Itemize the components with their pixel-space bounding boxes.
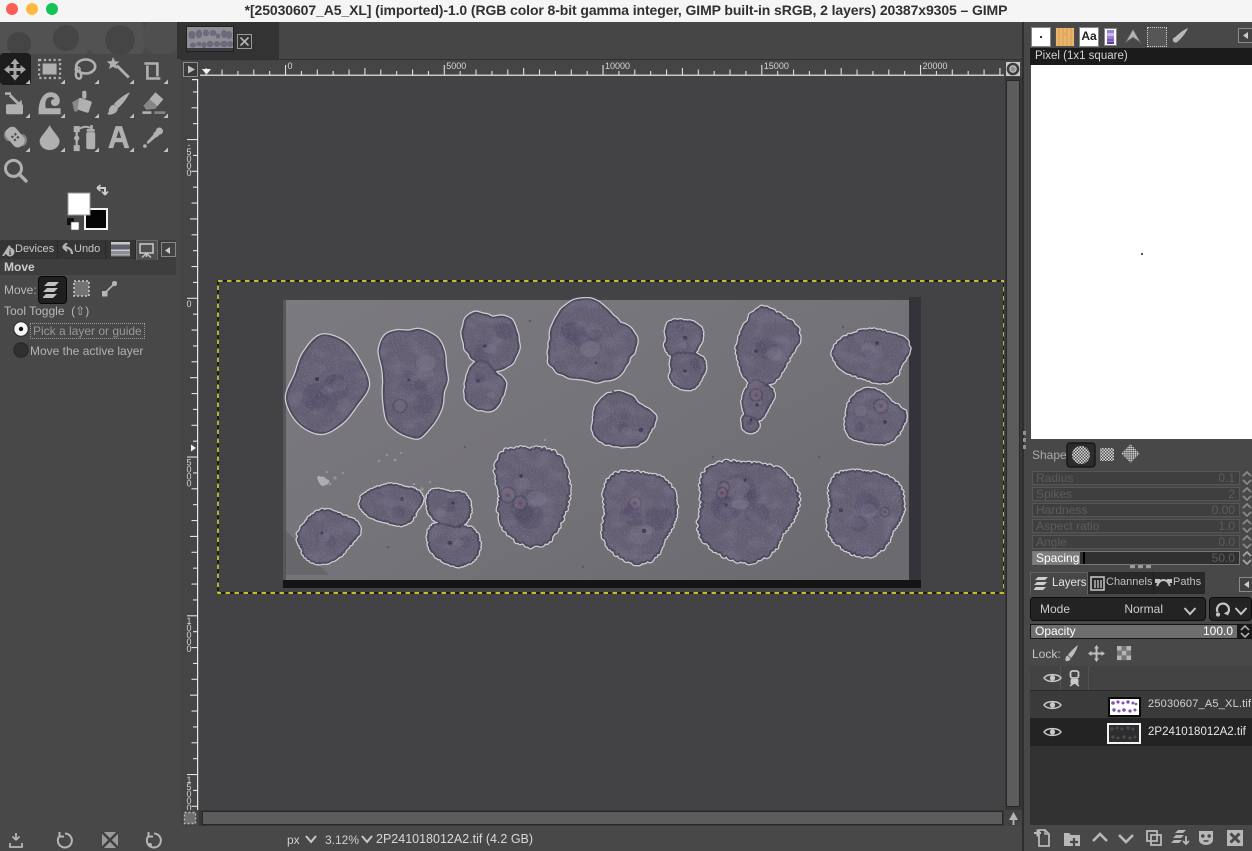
svg-text:Lock:: Lock: [1032, 647, 1061, 661]
svg-text:0: 0 [288, 61, 293, 71]
svg-text:15000: 15000 [764, 61, 789, 71]
svg-text:Shape:: Shape: [1032, 448, 1070, 462]
svg-text:5000: 5000 [186, 458, 191, 489]
svg-text:0: 0 [186, 299, 191, 309]
svg-text:20000: 20000 [923, 61, 948, 71]
svg-text:10000: 10000 [186, 616, 191, 654]
svg-text:5000: 5000 [446, 61, 466, 71]
svg-text:15000: 15000 [186, 775, 191, 810]
svg-text:10000: 10000 [605, 61, 630, 71]
